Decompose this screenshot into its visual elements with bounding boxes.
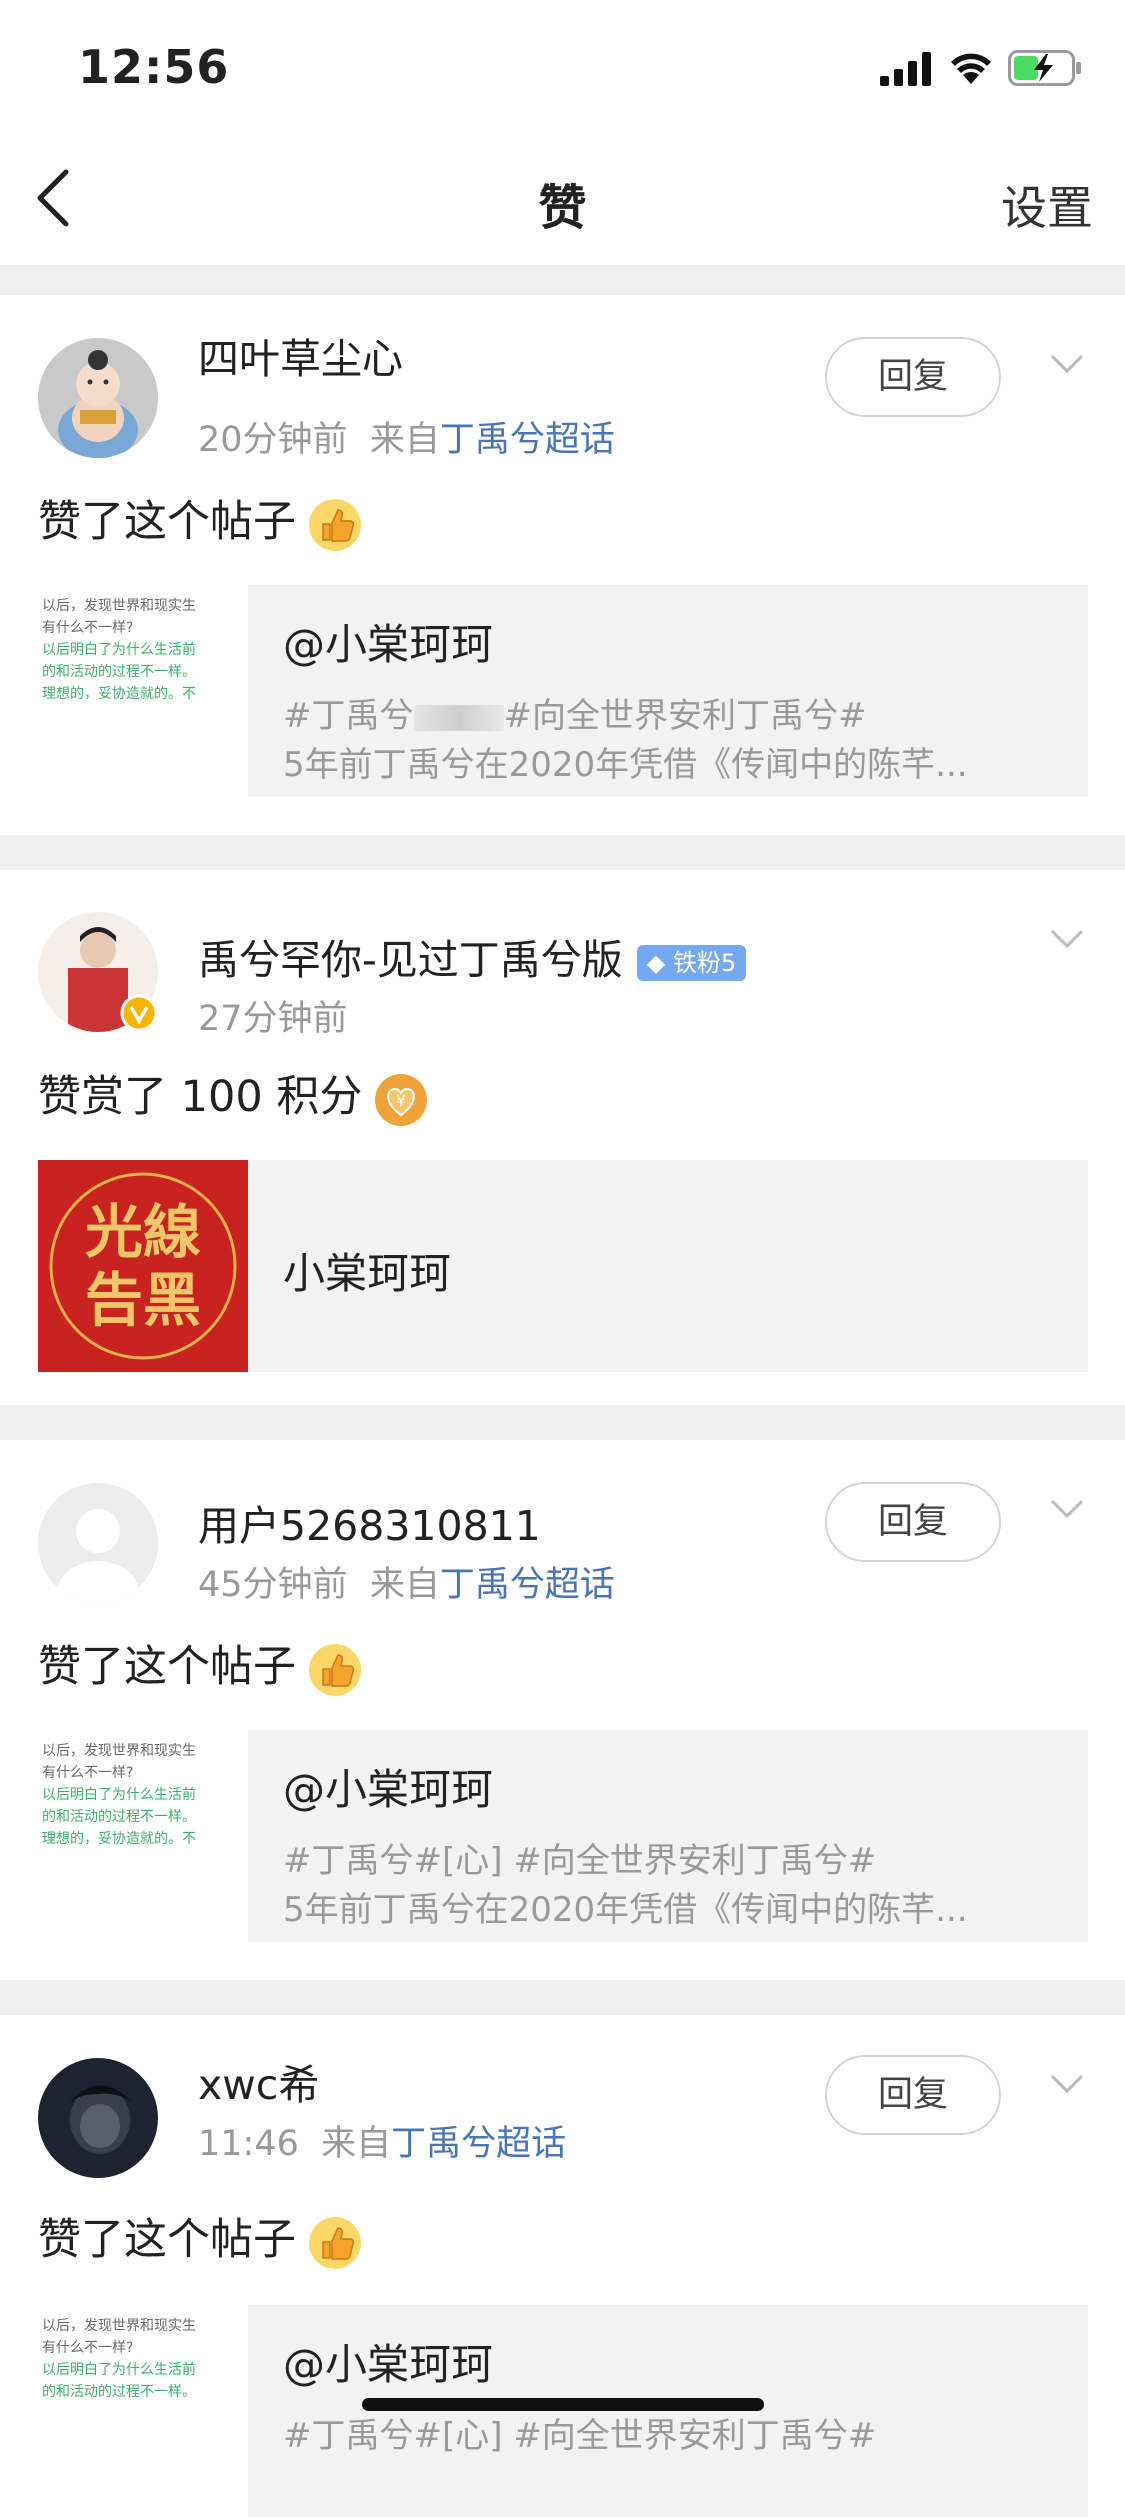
post-author: @小棠珂珂 — [283, 620, 494, 669]
post-tags: #丁禹兮#[心] #向全世界安利丁禹兮# — [283, 2416, 877, 2456]
post-tags: #丁禹兮#[心] #向全世界安利丁禹兮# — [283, 1841, 877, 1881]
chevron-down-icon[interactable] — [1050, 2073, 1084, 2095]
status-bar: 12:56 — [0, 0, 1125, 130]
quoted-post[interactable]: 以后，发现世界和现实生 有什么不一样? 以后明白了为什么生活前 的和活动的过程不… — [38, 2305, 1088, 2517]
notification-item[interactable]: 四叶草尘心 20分钟前 来自丁禹兮超话 回复 赞了这个帖子 以后，发现世界和现实… — [0, 295, 1125, 835]
settings-button[interactable]: 设置 — [1001, 172, 1093, 238]
chevron-down-icon[interactable] — [1050, 928, 1084, 950]
source-link[interactable]: 丁禹兮超话 — [440, 420, 615, 460]
user-name[interactable]: 四叶草尘心 — [198, 325, 403, 385]
post-thumbnail: 光線 告黑 — [38, 1160, 248, 1372]
post-excerpt: 5年前丁禹兮在2020年凭借《传闻中的陈芊... — [283, 745, 968, 785]
svg-text:¥: ¥ — [396, 1091, 406, 1110]
quoted-post[interactable]: 以后，发现世界和现实生 有什么不一样? 以后明白了为什么生活前 的和活动的过程不… — [38, 585, 1088, 797]
timestamp: 11:46 来自丁禹兮超话 — [198, 2124, 567, 2164]
action-text: 赞赏了 100 积分 ¥ — [38, 1062, 428, 1127]
section-divider — [0, 265, 1125, 295]
battery-charging-icon — [1008, 50, 1081, 86]
timestamp: 20分钟前 来自丁禹兮超话 — [198, 420, 615, 460]
section-divider — [0, 1980, 1125, 2015]
home-indicator[interactable] — [362, 2398, 764, 2411]
notification-item[interactable]: 用户5268310811 45分钟前 来自丁禹兮超话 回复 赞了这个帖子 以后，… — [0, 1440, 1125, 1980]
user-name[interactable]: 禹兮罕你-见过丁禹兮版 ◆ 铁粉5 — [198, 926, 747, 986]
quoted-post[interactable]: 光線 告黑 小棠珂珂 — [38, 1160, 1088, 1372]
notification-item[interactable]: 禹兮罕你-见过丁禹兮版 ◆ 铁粉5 27分钟前 赞赏了 100 积分 ¥ 光線 告… — [0, 870, 1125, 1405]
avatar[interactable] — [38, 1483, 158, 1603]
post-tags: #丁禹兮 #向全世界安利丁禹兮# — [283, 696, 867, 736]
status-time: 12:56 — [78, 40, 230, 94]
user-name[interactable]: 用户5268310811 — [198, 1492, 541, 1552]
post-author: 小棠珂珂 — [283, 1249, 452, 1298]
source-link[interactable]: 丁禹兮超话 — [440, 1565, 615, 1605]
post-author: @小棠珂珂 — [283, 1765, 494, 1814]
section-divider — [0, 1405, 1125, 1440]
wifi-icon — [951, 53, 991, 84]
reply-button[interactable]: 回复 — [825, 337, 1001, 417]
action-text: 赞了这个帖子 — [38, 487, 362, 552]
default-avatar-icon — [38, 1483, 158, 1603]
reply-button[interactable]: 回复 — [825, 2055, 1001, 2135]
action-text: 赞了这个帖子 — [38, 2205, 362, 2270]
post-author: @小棠珂珂 — [283, 2340, 494, 2389]
user-name[interactable]: xwc希 — [198, 2051, 319, 2111]
action-text: 赞了这个帖子 — [38, 1632, 362, 1697]
chevron-down-icon[interactable] — [1050, 353, 1084, 375]
cellular-signal-icon — [880, 52, 931, 86]
page-title: 赞 — [538, 180, 587, 236]
timestamp: 27分钟前 — [198, 999, 348, 1039]
quoted-post[interactable]: 以后，发现世界和现实生 有什么不一样? 以后明白了为什么生活前 的和活动的过程不… — [38, 1730, 1088, 1942]
post-thumbnail: 以后，发现世界和现实生 有什么不一样? 以后明白了为什么生活前 的和活动的过程不… — [38, 585, 248, 797]
source-link[interactable]: 丁禹兮超话 — [391, 2124, 566, 2164]
timestamp: 45分钟前 来自丁禹兮超话 — [198, 1565, 615, 1605]
thumbs-up-icon — [309, 498, 361, 551]
chevron-down-icon[interactable] — [1050, 1498, 1084, 1520]
post-thumbnail: 以后，发现世界和现实生 有什么不一样? 以后明白了为什么生活前 的和活动的过程不… — [38, 2305, 248, 2517]
verified-badge-icon — [120, 994, 158, 1032]
avatar[interactable] — [38, 912, 158, 1032]
fan-level-badge: ◆ 铁粉5 — [636, 945, 747, 981]
avatar[interactable] — [38, 2058, 158, 2178]
navigation-bar: 赞 设置 — [0, 130, 1125, 265]
coin-heart-icon: ¥ — [375, 1073, 428, 1126]
notification-item[interactable]: xwc希 11:46 来自丁禹兮超话 回复 赞了这个帖子 以后，发现世界和现实生… — [0, 2015, 1125, 2517]
post-thumbnail: 以后，发现世界和现实生 有什么不一样? 以后明白了为什么生活前 的和活动的过程不… — [38, 1730, 248, 1942]
post-excerpt: 5年前丁禹兮在2020年凭借《传闻中的陈芊... — [283, 1890, 968, 1930]
avatar[interactable] — [38, 338, 158, 458]
thumbs-up-icon — [309, 1643, 361, 1696]
reply-button[interactable]: 回复 — [825, 1482, 1001, 1562]
section-divider — [0, 835, 1125, 870]
thumbs-up-icon — [309, 2216, 361, 2269]
